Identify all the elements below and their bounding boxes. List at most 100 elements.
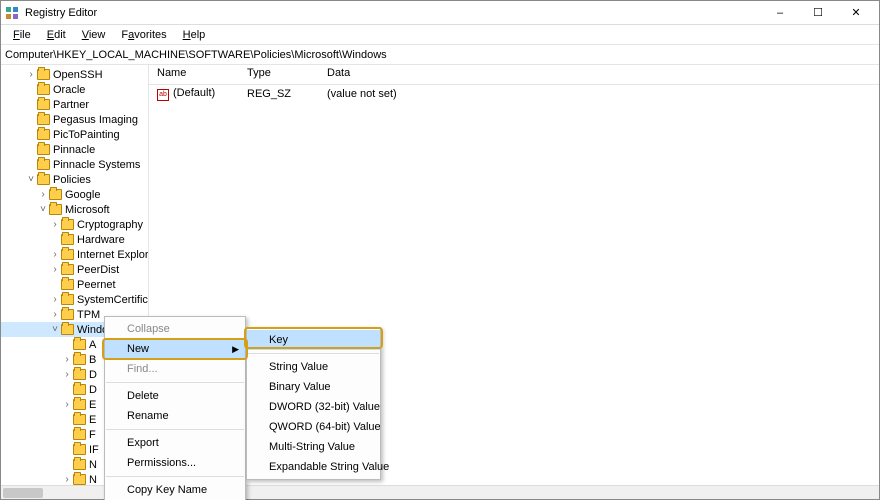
- close-button[interactable]: ✕: [837, 2, 875, 24]
- chevron-right-icon[interactable]: ›: [25, 69, 37, 80]
- folder-icon: [37, 144, 50, 155]
- tree-item-label: Pegasus Imaging: [53, 114, 138, 126]
- menu-item[interactable]: Delete: [105, 386, 245, 406]
- tree-item[interactable]: ›OpenSSH: [1, 67, 149, 82]
- menu-item[interactable]: New▶: [105, 339, 245, 359]
- menu-item: Find...: [105, 359, 245, 379]
- tree-item[interactable]: Pinnacle Systems: [1, 157, 149, 172]
- tree-item-label: PicToPainting: [53, 129, 120, 141]
- tree-item[interactable]: Oracle: [1, 82, 149, 97]
- tree-item-label: Internet Explorer: [77, 249, 149, 261]
- folder-icon: [37, 159, 50, 170]
- value-name-cell: (Default): [149, 85, 239, 103]
- tree-item[interactable]: › Internet Explorer: [1, 247, 149, 262]
- tree-item[interactable]: › Cryptography: [1, 217, 149, 232]
- folder-icon: [61, 234, 74, 245]
- address-bar: [1, 45, 879, 65]
- folder-icon: [49, 204, 62, 215]
- chevron-right-icon[interactable]: ›: [49, 294, 61, 305]
- chevron-right-icon[interactable]: ›: [49, 264, 61, 275]
- tree-item[interactable]: ›Google: [1, 187, 149, 202]
- tree-item-label: B: [89, 354, 96, 366]
- folder-icon: [73, 399, 86, 410]
- chevron-right-icon[interactable]: ›: [61, 369, 73, 380]
- menu-help[interactable]: Help: [175, 25, 214, 45]
- tree-item[interactable]: Peernet: [1, 277, 149, 292]
- tree-item[interactable]: PicToPainting: [1, 127, 149, 142]
- tree-item[interactable]: ˅Microsoft: [1, 202, 149, 217]
- chevron-right-icon[interactable]: ›: [49, 219, 61, 230]
- menu-edit[interactable]: Edit: [39, 25, 74, 45]
- body-split: ›OpenSSH OraclePartner Pegasus Imaging PicT…: [1, 65, 879, 485]
- folder-icon: [73, 369, 86, 380]
- chevron-right-icon[interactable]: ›: [61, 399, 73, 410]
- tree-item[interactable]: Pinnacle: [1, 142, 149, 157]
- chevron-right-icon[interactable]: ›: [49, 249, 61, 260]
- menu-favorites[interactable]: Favorites: [113, 25, 174, 45]
- chevron-right-icon[interactable]: ›: [61, 354, 73, 365]
- tree-item-label: E: [89, 414, 96, 426]
- tree-item-label: Cryptography: [77, 219, 143, 231]
- folder-icon: [37, 129, 50, 140]
- context-menu: CollapseNew▶Find...DeleteRenameExportPer…: [104, 316, 246, 500]
- folder-icon: [73, 459, 86, 470]
- menu-item[interactable]: Copy Key Name: [105, 480, 245, 500]
- minimize-button[interactable]: –: [761, 2, 799, 24]
- tree-item[interactable]: Pegasus Imaging: [1, 112, 149, 127]
- scrollbar-thumb[interactable]: [3, 488, 43, 498]
- value-data-cell: (value not set): [319, 86, 879, 102]
- address-input[interactable]: [5, 49, 875, 61]
- folder-icon: [61, 324, 74, 335]
- menu-item[interactable]: String Value: [247, 357, 380, 377]
- chevron-down-icon[interactable]: ˅: [37, 204, 49, 215]
- col-header-type[interactable]: Type: [239, 65, 319, 84]
- tree-item[interactable]: ›SystemCertificates: [1, 292, 149, 307]
- tree-item-label: IF: [89, 444, 99, 456]
- menu-file[interactable]: File: [5, 25, 39, 45]
- menu-item[interactable]: Rename: [105, 406, 245, 426]
- tree-item-label: Oracle: [53, 84, 85, 96]
- menu-item[interactable]: DWORD (32-bit) Value: [247, 397, 380, 417]
- folder-icon: [73, 354, 86, 365]
- chevron-right-icon[interactable]: ›: [61, 474, 73, 485]
- menu-item[interactable]: Key: [247, 330, 380, 350]
- tree-item-label: E: [89, 399, 96, 411]
- menu-item[interactable]: Expandable String Value: [247, 457, 380, 477]
- menu-item[interactable]: QWORD (64-bit) Value: [247, 417, 380, 437]
- tree-item-label: Hardware: [77, 234, 125, 246]
- tree-item-label: F: [89, 429, 96, 441]
- chevron-down-icon[interactable]: ˅: [25, 174, 37, 185]
- folder-icon: [61, 309, 74, 320]
- tree-item-label: D: [89, 384, 97, 396]
- tree-item-label: N: [89, 474, 97, 486]
- folder-icon: [37, 69, 50, 80]
- tree-item-label: A: [89, 339, 96, 351]
- tree-item[interactable]: ˅Policies: [1, 172, 149, 187]
- chevron-right-icon[interactable]: ›: [49, 309, 61, 320]
- menu-separator: [248, 353, 379, 354]
- app-window: Registry Editor – ☐ ✕ File Edit View Fav…: [0, 0, 880, 500]
- value-row[interactable]: (Default) REG_SZ (value not set): [149, 85, 879, 103]
- menu-item[interactable]: Permissions...: [105, 453, 245, 473]
- folder-icon: [61, 264, 74, 275]
- folder-icon: [73, 444, 86, 455]
- menu-separator: [106, 476, 244, 477]
- tree-item-label: Pinnacle: [53, 144, 95, 156]
- menu-view[interactable]: View: [74, 25, 114, 45]
- menu-bar: File Edit View Favorites Help: [1, 25, 879, 45]
- menu-item[interactable]: Multi-String Value: [247, 437, 380, 457]
- chevron-right-icon[interactable]: ›: [37, 189, 49, 200]
- maximize-button[interactable]: ☐: [799, 2, 837, 24]
- col-header-name[interactable]: Name: [149, 65, 239, 84]
- tree-item[interactable]: Partner: [1, 97, 149, 112]
- menu-item[interactable]: Export: [105, 433, 245, 453]
- tree-item-label: TPM: [77, 309, 100, 321]
- tree-item[interactable]: Hardware: [1, 232, 149, 247]
- tree-item-label: N: [89, 459, 97, 471]
- menu-item[interactable]: Binary Value: [247, 377, 380, 397]
- folder-icon: [37, 114, 50, 125]
- col-header-data[interactable]: Data: [319, 65, 879, 84]
- chevron-down-icon[interactable]: ˅: [49, 324, 61, 335]
- context-submenu-new: Key String ValueBinary ValueDWORD (32-bit…: [246, 327, 381, 480]
- tree-item[interactable]: ›PeerDist: [1, 262, 149, 277]
